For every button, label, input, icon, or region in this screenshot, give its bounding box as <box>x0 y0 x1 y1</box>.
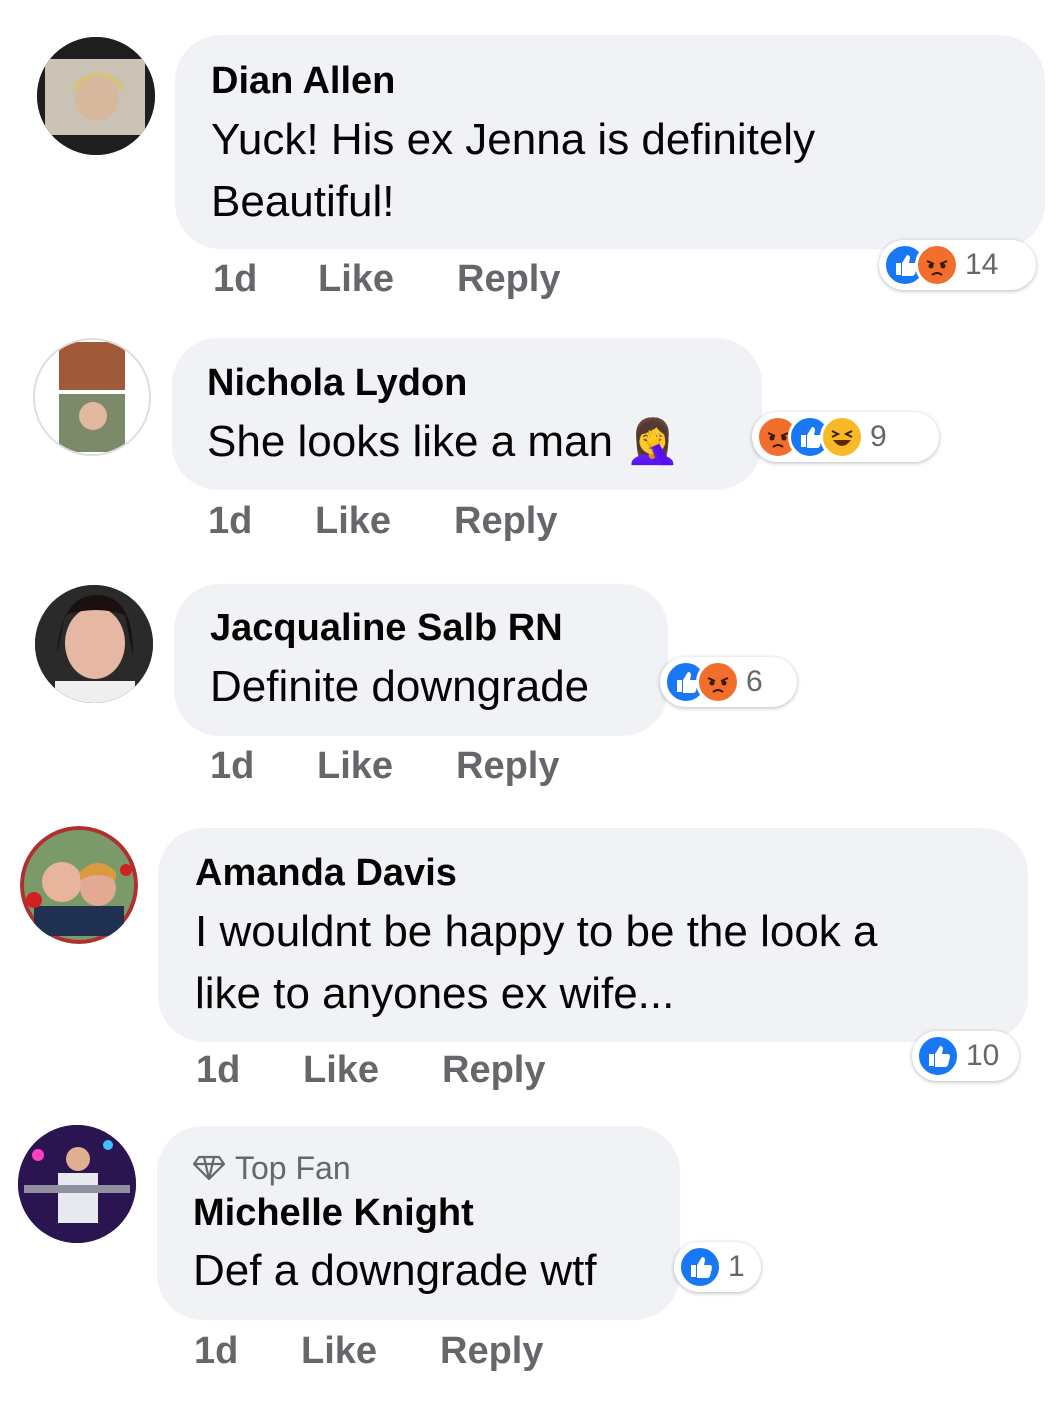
comment-item: Nichola Lydon She looks like a man 🤦‍♀️ … <box>0 320 1058 570</box>
comment-item: Top Fan Michelle Knight Def a downgrade … <box>0 1120 1058 1420</box>
comment-item: Jacqualine Salb RN Definite downgrade 6 … <box>0 570 1058 820</box>
like-button[interactable]: Like <box>317 745 393 788</box>
comment-text: Def a downgrade wtf <box>193 1246 597 1295</box>
avatar[interactable] <box>20 826 138 944</box>
reaction-summary[interactable]: 6 <box>660 657 797 707</box>
thumbs-up-icon <box>916 1034 960 1078</box>
angry-face-icon <box>696 660 740 704</box>
reaction-summary[interactable]: 9 <box>752 412 939 462</box>
comment-text: I wouldnt be happy to be the look a <box>195 907 878 956</box>
avatar[interactable] <box>35 585 153 703</box>
comment-text: She looks like a man 🤦‍♀️ <box>207 417 680 466</box>
top-fan-label: Top Fan <box>235 1150 351 1186</box>
comment-time[interactable]: 1d <box>208 500 252 543</box>
comment-author[interactable]: Michelle Knight <box>193 1192 474 1235</box>
comment-time[interactable]: 1d <box>210 745 254 788</box>
comment-time[interactable]: 1d <box>213 258 257 301</box>
comment-text: Definite downgrade <box>210 662 590 711</box>
reaction-count: 9 <box>870 420 887 453</box>
comment-item: Dian Allen Yuck! His ex Jenna is definit… <box>0 0 1058 320</box>
avatar[interactable] <box>37 37 155 155</box>
like-button[interactable]: Like <box>301 1330 377 1373</box>
comment-author[interactable]: Jacqualine Salb RN <box>210 607 563 650</box>
comment-text: Yuck! His ex Jenna is definitely <box>211 115 816 164</box>
like-button[interactable]: Like <box>303 1049 379 1092</box>
comment-text: Beautiful! <box>211 177 395 226</box>
top-fan-badge: Top Fan <box>192 1150 351 1189</box>
comment-time[interactable]: 1d <box>196 1049 240 1092</box>
comment-author[interactable]: Nichola Lydon <box>207 362 467 405</box>
comment-text: like to anyones ex wife... <box>195 969 675 1018</box>
reply-button[interactable]: Reply <box>442 1049 545 1092</box>
avatar[interactable] <box>33 338 151 456</box>
reply-button[interactable]: Reply <box>440 1330 543 1373</box>
comment-item: Amanda Davis I wouldnt be happy to be th… <box>0 820 1058 1120</box>
thumbs-up-icon <box>678 1245 722 1289</box>
angry-face-icon <box>915 243 959 287</box>
reaction-count: 6 <box>746 665 763 698</box>
laughing-face-icon <box>820 415 864 459</box>
reaction-summary[interactable]: 10 <box>912 1031 1019 1081</box>
comment-author[interactable]: Dian Allen <box>211 60 395 103</box>
reply-button[interactable]: Reply <box>454 500 557 543</box>
reaction-count: 1 <box>728 1250 745 1283</box>
diamond-icon <box>192 1152 226 1189</box>
reaction-count: 14 <box>965 248 999 281</box>
reply-button[interactable]: Reply <box>457 258 560 301</box>
reaction-summary[interactable]: 1 <box>674 1242 761 1292</box>
comment-time[interactable]: 1d <box>194 1330 238 1373</box>
like-button[interactable]: Like <box>318 258 394 301</box>
comment-author[interactable]: Amanda Davis <box>195 852 457 895</box>
reaction-count: 10 <box>966 1039 1000 1072</box>
reply-button[interactable]: Reply <box>456 745 559 788</box>
reaction-summary[interactable]: 14 <box>879 240 1036 290</box>
like-button[interactable]: Like <box>315 500 391 543</box>
avatar[interactable] <box>18 1125 136 1243</box>
